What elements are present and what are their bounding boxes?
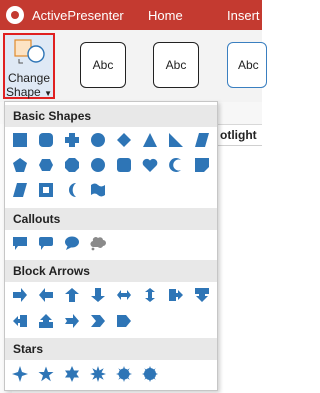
4-point-star-icon[interactable] bbox=[12, 366, 28, 382]
background-partial-text: otlight bbox=[220, 128, 257, 142]
section-header-basic-shapes: Basic Shapes bbox=[5, 105, 217, 127]
section-header-callouts: Callouts bbox=[5, 208, 217, 230]
ribbon: Change Shape ▼ Abc Abc Abc bbox=[0, 30, 267, 102]
oval-callout-icon[interactable] bbox=[64, 235, 80, 251]
app-title: ActivePresenter bbox=[32, 8, 124, 23]
parallelogram-icon[interactable] bbox=[194, 132, 210, 148]
cloud-callout-icon[interactable] bbox=[90, 235, 106, 251]
left-arrow-icon[interactable] bbox=[38, 287, 54, 303]
background-divider bbox=[218, 145, 262, 146]
frame-icon[interactable] bbox=[38, 182, 54, 198]
8-point-star-icon[interactable] bbox=[90, 366, 106, 382]
circle-icon[interactable] bbox=[90, 132, 106, 148]
change-shape-dropdown: Basic Shapes Callouts Block Arrows Stars bbox=[4, 101, 218, 391]
hexagon-icon[interactable] bbox=[38, 157, 54, 173]
shape-style-1[interactable]: Abc bbox=[80, 42, 126, 88]
change-shape-label-line1: Change bbox=[7, 71, 51, 85]
menu-tab-home[interactable]: Home bbox=[148, 8, 183, 23]
shape-style-3[interactable]: Abc bbox=[227, 42, 267, 88]
right-arrow-icon[interactable] bbox=[12, 287, 28, 303]
wave-icon[interactable] bbox=[90, 182, 106, 198]
pentagon-icon[interactable] bbox=[12, 157, 28, 173]
up-down-arrow-icon[interactable] bbox=[142, 287, 158, 303]
down-arrow-icon[interactable] bbox=[90, 287, 106, 303]
chevron-icon[interactable] bbox=[90, 313, 106, 329]
parallelogram-alt-icon[interactable] bbox=[12, 182, 28, 198]
title-bar: ActivePresenter Home Insert bbox=[0, 0, 262, 30]
notched-up-arrow-icon[interactable] bbox=[64, 313, 80, 329]
menu-tab-insert[interactable]: Insert bbox=[227, 8, 260, 23]
up-arrow-icon[interactable] bbox=[64, 287, 80, 303]
triangle-icon[interactable] bbox=[142, 132, 158, 148]
shape-style-2[interactable]: Abc bbox=[153, 42, 199, 88]
section-header-stars: Stars bbox=[5, 338, 217, 360]
right-arrow-callout-icon[interactable] bbox=[168, 287, 184, 303]
pentagon-arrow-icon[interactable] bbox=[116, 313, 132, 329]
16-point-star-icon[interactable] bbox=[142, 366, 158, 382]
plus-icon[interactable] bbox=[64, 132, 80, 148]
moon-icon[interactable] bbox=[64, 182, 80, 198]
diamond-icon[interactable] bbox=[116, 132, 132, 148]
change-shape-icon bbox=[14, 39, 45, 64]
rectangle-icon[interactable] bbox=[12, 132, 28, 148]
octagon-icon[interactable] bbox=[64, 157, 80, 173]
right-triangle-icon[interactable] bbox=[168, 132, 184, 148]
section-header-block-arrows: Block Arrows bbox=[5, 260, 217, 282]
rect-callout-icon[interactable] bbox=[12, 235, 28, 251]
rounded-rect-callout-icon[interactable] bbox=[38, 235, 54, 251]
left-right-arrow-icon[interactable] bbox=[116, 287, 132, 303]
up-arrow-callout-icon[interactable] bbox=[38, 313, 54, 329]
down-arrow-callout-icon[interactable] bbox=[194, 287, 210, 303]
oval-icon[interactable] bbox=[90, 157, 106, 173]
change-shape-label-line2: Shape ▼ bbox=[6, 85, 52, 99]
chevron-down-icon: ▼ bbox=[44, 89, 52, 98]
rounded-rect-alt-icon[interactable] bbox=[116, 157, 132, 173]
app-logo-icon bbox=[6, 6, 24, 24]
change-shape-button[interactable]: Change Shape ▼ bbox=[3, 33, 55, 99]
5-point-star-icon[interactable] bbox=[38, 366, 54, 382]
crescent-icon[interactable] bbox=[168, 157, 184, 173]
heart-icon[interactable] bbox=[142, 157, 158, 173]
6-point-star-icon[interactable] bbox=[64, 366, 80, 382]
folded-corner-icon[interactable] bbox=[194, 157, 210, 173]
left-arrow-callout-icon[interactable] bbox=[12, 313, 28, 329]
12-point-star-icon[interactable] bbox=[116, 366, 132, 382]
rounded-rectangle-icon[interactable] bbox=[38, 132, 54, 148]
